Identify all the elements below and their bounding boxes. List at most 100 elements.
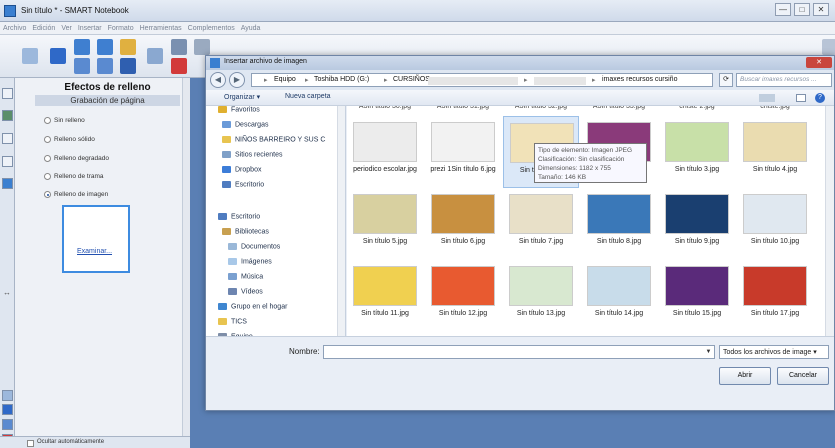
add-page-icon[interactable]	[74, 58, 90, 74]
save-icon[interactable]	[120, 58, 136, 74]
forward-icon[interactable]	[50, 48, 66, 64]
radio-gradient-fill[interactable]	[44, 155, 51, 162]
preview-pane-icon[interactable]	[796, 94, 806, 102]
gallery-tab-icon[interactable]	[2, 110, 13, 121]
back-icon[interactable]	[22, 48, 38, 64]
nav-item[interactable]: TICS	[218, 318, 247, 325]
radio-image-fill[interactable]	[44, 191, 51, 198]
file-label-partial[interactable]: chiste 2.jpg	[659, 106, 735, 110]
nav-item[interactable]: Vídeos	[228, 288, 263, 295]
menu-ver[interactable]: Ver	[58, 22, 75, 35]
capture-icon[interactable]	[171, 39, 187, 55]
nav-item[interactable]: Favoritos	[218, 106, 260, 113]
delete-icon[interactable]	[171, 58, 187, 74]
help-icon[interactable]: ?	[815, 93, 825, 103]
hide-auto-checkbox[interactable]	[27, 440, 34, 447]
file-item[interactable]: periodico escolar.jpg	[347, 116, 423, 188]
option-solid-fill[interactable]: Relleno sólido	[44, 136, 95, 143]
path-current-folder[interactable]: imaxes recursos cursiño	[602, 76, 677, 83]
file-label-partial[interactable]: A3In titulo 33.jpg	[581, 106, 657, 110]
file-item[interactable]: prezi 1Sin título 6.jpg	[425, 116, 501, 188]
menu-complementos[interactable]: Complementos	[185, 22, 238, 35]
open-folder-icon[interactable]	[120, 39, 136, 55]
new-page-icon[interactable]	[2, 419, 13, 430]
file-label-partial[interactable]: A3In titulo 31.jpg	[425, 106, 501, 110]
panel-scrollbar[interactable]	[182, 78, 190, 448]
files-scrollbar[interactable]	[825, 106, 834, 336]
nav-item[interactable]: Bibliotecas	[222, 228, 269, 235]
option-gradient-fill[interactable]: Relleno degradado	[44, 155, 109, 162]
nav-item[interactable]: NIÑOS BARREIRO Y SUS C	[222, 136, 325, 143]
file-name-input[interactable]	[323, 345, 715, 359]
organize-button[interactable]: Organizar ▾	[224, 93, 260, 101]
file-item[interactable]: Sin título 10.jpg	[737, 188, 813, 260]
file-label-partial[interactable]: A3In titulo 30.jpg	[347, 106, 423, 110]
nav-item[interactable]: Escritorio	[218, 213, 260, 220]
menu-herramientas[interactable]: Herramientas	[137, 22, 185, 35]
view-options-icon[interactable]	[759, 94, 775, 102]
file-item[interactable]: Sin título 6.jpg	[425, 188, 501, 260]
redo-icon[interactable]	[97, 39, 113, 55]
nav-item[interactable]: Música	[228, 273, 263, 280]
table-icon[interactable]	[194, 39, 210, 55]
properties-tab-icon[interactable]	[2, 156, 13, 167]
menu-ayuda[interactable]: Ayuda	[238, 22, 264, 35]
path-drive[interactable]: Toshiba HDD (G:)	[314, 76, 369, 83]
file-item[interactable]: Sin título 3.jpg	[659, 116, 735, 188]
menu-insertar[interactable]: Insertar	[75, 22, 105, 35]
cancel-button[interactable]: Cancelar	[777, 367, 829, 385]
file-item[interactable]: Sin título 9.jpg	[659, 188, 735, 260]
screen-shade-icon[interactable]	[147, 48, 163, 64]
browse-link[interactable]: Examinar...	[77, 248, 112, 255]
addons-tab-icon[interactable]	[2, 178, 13, 189]
file-item[interactable]: Sin título 13.jpg	[503, 260, 579, 332]
search-input[interactable]: Buscar imaxes recursos ...	[736, 73, 832, 87]
option-no-fill[interactable]: Sin relleno	[44, 117, 85, 124]
file-item[interactable]: Sin título 7.jpg	[503, 188, 579, 260]
nav-item[interactable]: Imágenes	[228, 258, 272, 265]
file-type-select[interactable]: Todos los archivos de image ▾	[719, 345, 829, 359]
file-item[interactable]: Sin título 12.jpg	[425, 260, 501, 332]
menu-formato[interactable]: Formato	[105, 22, 137, 35]
file-item[interactable]: Sin título 5.jpg	[347, 188, 423, 260]
nav-scrollbar[interactable]	[337, 106, 345, 336]
nav-item[interactable]: Grupo en el hogar	[218, 303, 287, 310]
nav-item[interactable]: Sitios recientes	[222, 151, 282, 158]
undo-icon[interactable]	[74, 39, 90, 55]
radio-solid-fill[interactable]	[44, 136, 51, 143]
nav-item[interactable]: Dropbox	[222, 166, 261, 173]
page-sorter-icon[interactable]	[97, 58, 113, 74]
open-button[interactable]: Abrir	[719, 367, 771, 385]
forward-nav-icon[interactable]: ▶	[229, 72, 245, 88]
file-item[interactable]: Sin título 17.jpg	[737, 260, 813, 332]
file-item[interactable]: Sin título 4.jpg	[737, 116, 813, 188]
file-item[interactable]: Sin título 14.jpg	[581, 260, 657, 332]
option-pattern-fill[interactable]: Relleno de trama	[44, 173, 104, 180]
nav-item[interactable]: Escritorio	[222, 181, 264, 188]
new-folder-button[interactable]: Nueva carpeta	[285, 93, 331, 100]
menu-edicion[interactable]: Edición	[29, 22, 58, 35]
next-page-icon[interactable]	[2, 404, 13, 415]
option-image-fill[interactable]: Relleno de imagen	[44, 191, 108, 198]
refresh-icon[interactable]: ⟳	[719, 73, 733, 87]
file-label-partial[interactable]: A3In titulo 32.jpg	[503, 106, 579, 110]
radio-pattern-fill[interactable]	[44, 173, 51, 180]
menu-archivo[interactable]: Archivo	[0, 22, 29, 35]
path-equipo[interactable]: Equipo	[274, 76, 296, 83]
gear-icon[interactable]	[822, 39, 835, 55]
path-cursinos[interactable]: CURSIÑOS	[393, 76, 430, 83]
close-button[interactable]: ✕	[813, 3, 829, 16]
file-label-partial[interactable]: chiste.jpg	[737, 106, 813, 110]
attachments-tab-icon[interactable]	[2, 133, 13, 144]
minimize-button[interactable]: —	[775, 3, 791, 16]
resize-arrows-icon[interactable]: ↔	[3, 288, 11, 297]
nav-item[interactable]: Descargas	[222, 121, 268, 128]
nav-item[interactable]: Documentos	[228, 243, 280, 250]
radio-no-fill[interactable]	[44, 117, 51, 124]
file-item[interactable]: Sin título 11.jpg	[347, 260, 423, 332]
file-item[interactable]: Sin título 15.jpg	[659, 260, 735, 332]
prev-page-icon[interactable]	[2, 390, 13, 401]
page-sorter-tab-icon[interactable]	[2, 88, 13, 99]
maximize-button[interactable]: □	[794, 3, 810, 16]
address-bar[interactable]: ▸ Equipo ▸ Toshiba HDD (G:) ▸ CURSIÑOS ▸…	[251, 73, 713, 87]
